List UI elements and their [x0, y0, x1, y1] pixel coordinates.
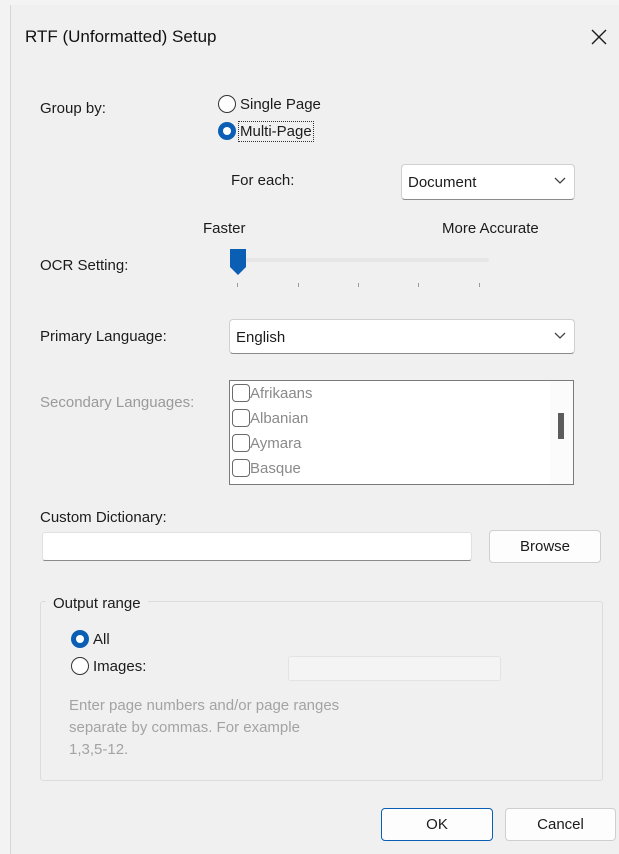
- group-by-label: Group by:: [40, 100, 106, 117]
- checkbox-icon: [232, 384, 250, 402]
- browse-button[interactable]: Browse: [489, 530, 601, 563]
- primary-language-select[interactable]: English: [229, 319, 575, 354]
- dialog-title: RTF (Unformatted) Setup: [25, 27, 217, 46]
- cancel-button-label: Cancel: [537, 816, 584, 833]
- multi-page-label: Multi-Page: [238, 120, 314, 142]
- images-radio-circle: [71, 657, 89, 675]
- language-item-albanian[interactable]: Albanian: [232, 409, 308, 427]
- multi-page-radio-circle: [218, 122, 236, 140]
- slider-tick: [418, 283, 419, 287]
- single-page-radio-circle: [218, 95, 236, 113]
- language-item-afrikaans[interactable]: Afrikaans: [232, 384, 313, 402]
- page-range-hint: Enter page numbers and/or page ranges se…: [69, 697, 340, 758]
- primary-language-value: English: [236, 329, 286, 346]
- secondary-languages-label: Secondary Languages:: [40, 394, 195, 411]
- slider-tick: [298, 283, 299, 287]
- languages-scrollbar[interactable]: [550, 381, 573, 484]
- title-bar: RTF (Unformatted) Setup: [11, 5, 619, 63]
- output-range-legend: Output range: [46, 595, 148, 612]
- slider-tick: [237, 283, 238, 287]
- checkbox-icon: [232, 434, 250, 452]
- checkbox-icon: [232, 459, 250, 477]
- rtf-setup-dialog: RTF (Unformatted) Setup Group by: Single…: [10, 5, 619, 854]
- ok-button-label: OK: [426, 816, 448, 833]
- ocr-faster-label: Faster: [203, 220, 246, 237]
- ocr-setting-label: OCR Setting:: [40, 257, 129, 274]
- for-each-label: For each:: [231, 172, 295, 189]
- images-range-input[interactable]: [288, 656, 501, 681]
- images-radio[interactable]: Images:: [71, 657, 146, 675]
- cancel-button[interactable]: Cancel: [505, 808, 616, 841]
- ocr-slider-thumb[interactable]: [229, 248, 247, 276]
- custom-dictionary-input[interactable]: [42, 532, 472, 561]
- close-button[interactable]: [585, 23, 613, 51]
- languages-scrollbar-thumb[interactable]: [558, 413, 564, 439]
- primary-language-label: Primary Language:: [40, 328, 167, 345]
- language-label: Afrikaans: [250, 384, 313, 402]
- all-radio[interactable]: All: [71, 630, 110, 648]
- slider-tick: [479, 283, 480, 287]
- close-icon: [591, 29, 607, 45]
- custom-dictionary-label: Custom Dictionary:: [40, 509, 167, 526]
- for-each-value: Document: [408, 174, 477, 191]
- ocr-accurate-label: More Accurate: [442, 220, 539, 237]
- browse-button-label: Browse: [519, 538, 571, 555]
- for-each-select[interactable]: Document: [401, 164, 575, 200]
- secondary-languages-list[interactable]: Afrikaans Albanian Aymara Basque: [229, 380, 574, 485]
- ok-button[interactable]: OK: [381, 808, 493, 841]
- checkbox-icon: [232, 409, 250, 427]
- all-radio-circle: [71, 630, 89, 648]
- language-label: Basque: [250, 459, 301, 477]
- single-page-label: Single Page: [240, 95, 321, 113]
- language-item-basque[interactable]: Basque: [232, 459, 301, 477]
- language-label: Albanian: [250, 409, 309, 427]
- chevron-down-icon: [554, 177, 566, 184]
- all-label: All: [93, 630, 110, 648]
- chevron-down-icon: [554, 332, 566, 339]
- ocr-slider-track[interactable]: [239, 258, 489, 262]
- language-item-aymara[interactable]: Aymara: [232, 434, 301, 452]
- slider-tick: [358, 283, 359, 287]
- single-page-radio[interactable]: Single Page: [218, 95, 321, 113]
- language-label: Aymara: [250, 434, 302, 452]
- images-label: Images:: [93, 657, 147, 675]
- multi-page-radio[interactable]: Multi-Page: [218, 120, 314, 142]
